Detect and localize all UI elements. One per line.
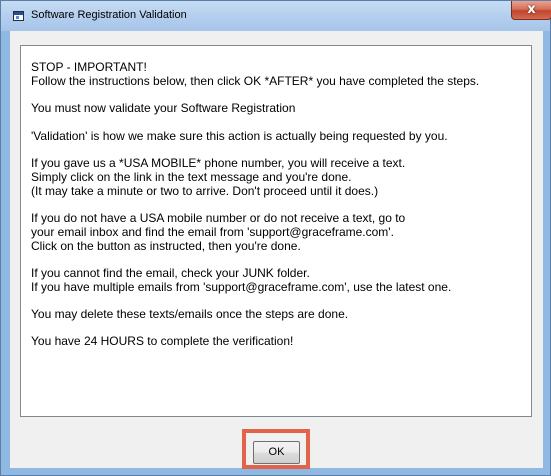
message-line: STOP - IMPORTANT! bbox=[31, 60, 147, 74]
close-button[interactable]: x bbox=[511, 1, 551, 20]
message-line: You must now validate your Software Regi… bbox=[31, 101, 296, 115]
message-line: If you cannot find the email, check your… bbox=[31, 266, 310, 280]
message-line: You have 24 HOURS to complete the verifi… bbox=[31, 334, 294, 348]
paragraph-validate: You must now validate your Software Regi… bbox=[31, 101, 531, 115]
window-app-icon bbox=[13, 11, 24, 21]
message-line: If you do not have a USA mobile number o… bbox=[31, 211, 406, 225]
paragraph-validation-explained: 'Validation' is how we make sure this ac… bbox=[31, 129, 531, 143]
message-line: If you gave us a *USA MOBILE* phone numb… bbox=[31, 156, 406, 170]
close-icon: x bbox=[527, 2, 536, 17]
message-line: (It may take a minute or two to arrive. … bbox=[31, 184, 379, 198]
paragraph-delete: You may delete these texts/emails once t… bbox=[31, 307, 531, 321]
paragraph-deadline: You have 24 HOURS to complete the verifi… bbox=[31, 334, 531, 348]
window-title: Software Registration Validation bbox=[31, 9, 187, 21]
paragraph-usa-mobile: If you gave us a *USA MOBILE* phone numb… bbox=[31, 156, 531, 198]
ok-button[interactable]: OK bbox=[253, 441, 300, 464]
message-line: Simply click on the link in the text mes… bbox=[31, 170, 352, 184]
message-line: Follow the instructions below, then clic… bbox=[31, 74, 480, 88]
message-text-area: STOP - IMPORTANT! Follow the instruction… bbox=[20, 45, 532, 417]
message-line: Click on the button as instructed, then … bbox=[31, 239, 301, 253]
message-line: 'Validation' is how we make sure this ac… bbox=[31, 129, 448, 143]
paragraph-email: If you do not have a USA mobile number o… bbox=[31, 211, 531, 253]
message-line: You may delete these texts/emails once t… bbox=[31, 307, 349, 321]
paragraph-junk-folder: If you cannot find the email, check your… bbox=[31, 266, 531, 294]
message-line: your email inbox and find the email from… bbox=[31, 225, 394, 239]
paragraph-stop-important: STOP - IMPORTANT! Follow the instruction… bbox=[31, 60, 531, 88]
dialog-window: Software Registration Validation x STOP … bbox=[0, 0, 551, 476]
title-bar[interactable]: Software Registration Validation x bbox=[1, 1, 551, 31]
dialog-client-area: STOP - IMPORTANT! Follow the instruction… bbox=[10, 31, 543, 469]
message-line: If you have multiple emails from 'suppor… bbox=[31, 280, 452, 294]
